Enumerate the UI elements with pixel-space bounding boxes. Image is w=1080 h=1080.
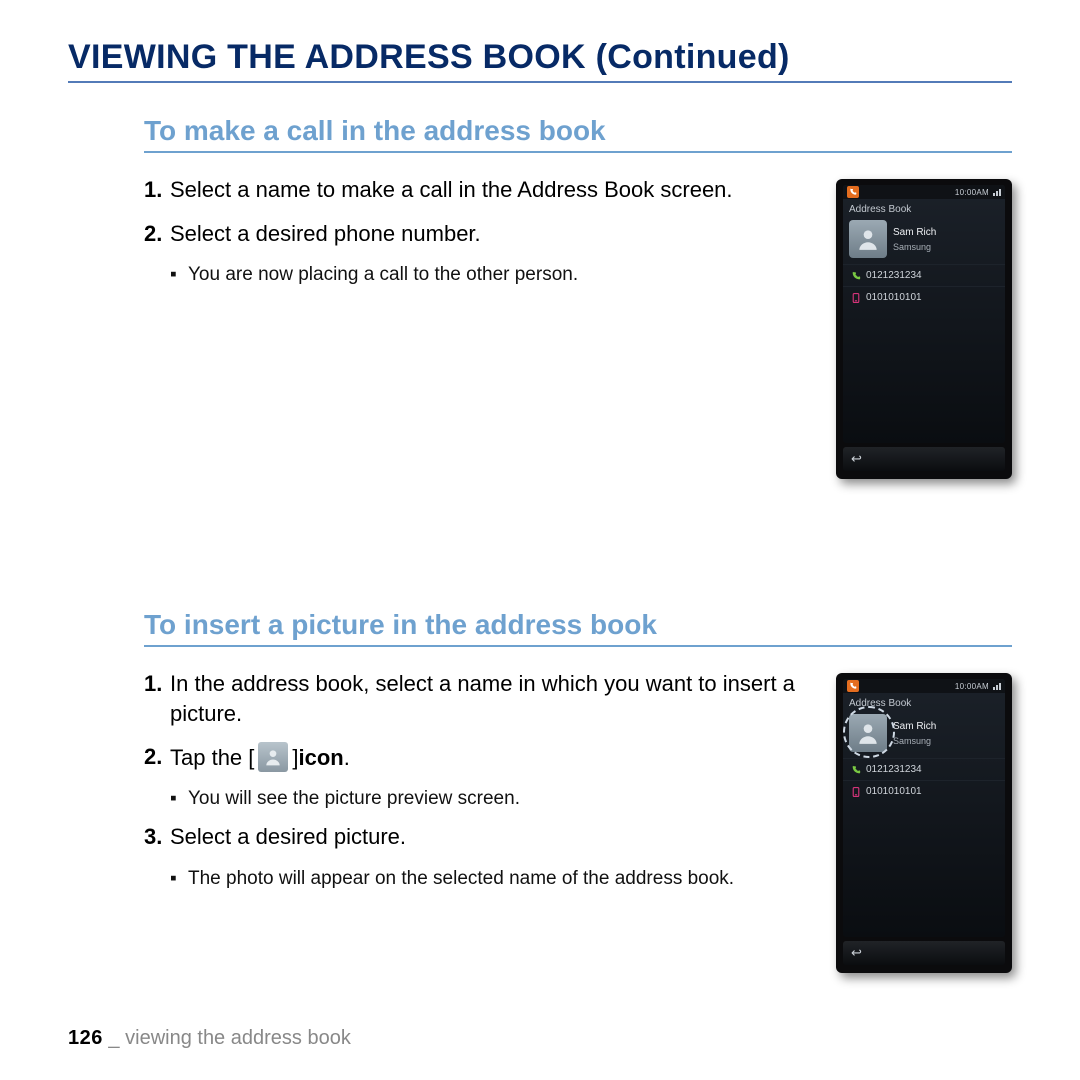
- page-footer: 126 _ viewing the address book: [68, 1027, 351, 1050]
- section1-steps: 1. Select a name to make a call in the A…: [144, 175, 818, 298]
- bullet-icon: ▪: [170, 786, 188, 812]
- mobile-icon: [851, 293, 861, 303]
- app-title: Address Book: [843, 693, 1005, 712]
- section2-steps: 1. In the address book, select a name in…: [144, 669, 818, 901]
- step-number: 2.: [144, 219, 170, 249]
- status-time: 10:00AM: [955, 188, 989, 197]
- phone-number-row: 0121231234: [843, 264, 1005, 286]
- contact-subtitle: Samsung: [893, 736, 936, 746]
- step-text: In the address book, select a name in wh…: [170, 669, 818, 728]
- phone-handset-icon: [851, 271, 861, 281]
- section-heading-insert-picture: To insert a picture in the address book: [144, 609, 1012, 647]
- softkey-bar: ↩: [843, 941, 1005, 965]
- signal-icon: [993, 683, 1001, 690]
- step-number: 1.: [144, 175, 170, 205]
- avatar-icon: [849, 714, 887, 752]
- status-time: 10:00AM: [955, 682, 989, 691]
- contact-card: Sam Rich Samsung: [843, 712, 1005, 758]
- step-number: 1.: [144, 669, 170, 728]
- avatar-icon: [849, 220, 887, 258]
- phone-number-row: 0101010101: [843, 286, 1005, 308]
- call-status-icon: [847, 186, 859, 198]
- phone-mock-1: 10:00AM Address Book Sam Rich Samsung: [836, 179, 1012, 479]
- contact-subtitle: Samsung: [893, 242, 936, 252]
- phone-number-row: 0121231234: [843, 758, 1005, 780]
- bullet-icon: ▪: [170, 262, 188, 288]
- contact-name: Sam Rich: [893, 227, 936, 238]
- phone-mock-2: 10:00AM Address Book Sam Rich Samsung: [836, 673, 1012, 973]
- phone-number-1: 0121231234: [866, 270, 922, 281]
- back-icon: ↩: [851, 451, 862, 467]
- section-heading-make-call: To make a call in the address book: [144, 115, 1012, 153]
- bullet-icon: ▪: [170, 866, 188, 892]
- phone-number-2: 0101010101: [866, 786, 922, 797]
- sub-step-text: You are now placing a call to the other …: [188, 262, 578, 288]
- back-icon: ↩: [851, 945, 862, 961]
- phone-number-row: 0101010101: [843, 780, 1005, 802]
- sub-step-text: The photo will appear on the selected na…: [188, 866, 734, 892]
- sub-step-text: You will see the picture preview screen.: [188, 786, 520, 812]
- step-text: Select a name to make a call in the Addr…: [170, 175, 818, 205]
- page-title: VIEWING THE ADDRESS BOOK (Continued): [68, 38, 1012, 83]
- step-text: Tap the [ ] icon .: [170, 742, 818, 772]
- phone-number-1: 0121231234: [866, 764, 922, 775]
- phone-number-2: 0101010101: [866, 292, 922, 303]
- contact-name: Sam Rich: [893, 721, 936, 732]
- status-bar: 10:00AM: [843, 185, 1005, 199]
- contact-card: Sam Rich Samsung: [843, 218, 1005, 264]
- page-number: 126: [68, 1027, 103, 1049]
- mobile-icon: [851, 787, 861, 797]
- status-bar: 10:00AM: [843, 679, 1005, 693]
- softkey-bar: ↩: [843, 447, 1005, 471]
- step-text: Select a desired phone number.: [170, 219, 818, 249]
- call-status-icon: [847, 680, 859, 692]
- step-number: 3.: [144, 822, 170, 852]
- step-number: 2.: [144, 742, 170, 772]
- signal-icon: [993, 189, 1001, 196]
- step-text: Select a desired picture.: [170, 822, 818, 852]
- app-title: Address Book: [843, 199, 1005, 218]
- footer-text: viewing the address book: [125, 1027, 351, 1049]
- phone-handset-icon: [851, 765, 861, 775]
- avatar-placeholder-icon: [258, 742, 288, 772]
